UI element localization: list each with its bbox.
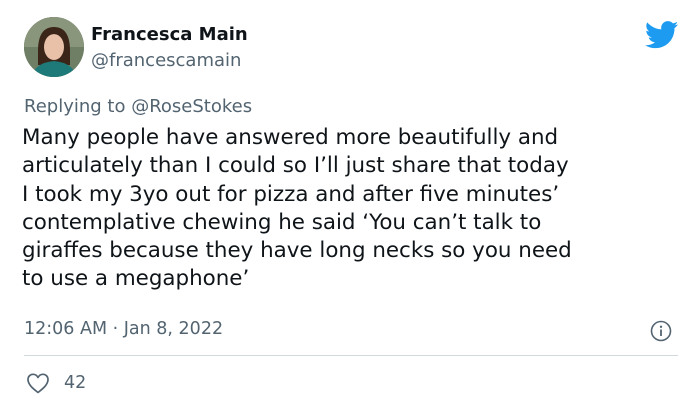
like-count: 42 bbox=[64, 373, 87, 393]
author-handle[interactable]: @francescamain bbox=[91, 49, 241, 73]
info-icon[interactable] bbox=[650, 320, 672, 342]
avatar[interactable] bbox=[24, 17, 84, 77]
tweet-timestamp[interactable]: 12:06 AM · Jan 8, 2022 bbox=[24, 317, 223, 341]
divider bbox=[24, 355, 678, 356]
twitter-bird-icon[interactable] bbox=[645, 21, 679, 49]
reply-context: Replying to @RoseStokes bbox=[24, 95, 252, 119]
tweet-text: Many people have answered more beautiful… bbox=[22, 124, 692, 294]
tweet-card: Francesca Main @francescamain Replying t… bbox=[0, 0, 700, 410]
heart-icon[interactable] bbox=[26, 372, 50, 394]
reply-mention-link[interactable]: @RoseStokes bbox=[131, 96, 252, 117]
avatar-image bbox=[24, 17, 84, 77]
tweet-text-line: articulately than I could so I’ll just s… bbox=[22, 153, 569, 179]
tweet-text-line: giraffes because they have long necks so… bbox=[22, 238, 572, 264]
tweet-text-line: to use a megaphone’ bbox=[22, 266, 250, 292]
tweet-text-line: I took my 3yo out for pizza and after fi… bbox=[22, 181, 560, 207]
tweet-text-line: Many people have answered more beautiful… bbox=[22, 125, 559, 150]
author-name[interactable]: Francesca Main bbox=[91, 23, 248, 47]
reply-prefix: Replying to bbox=[24, 96, 132, 117]
tweet-text-line: contemplative chewing he said ‘You can’t… bbox=[22, 209, 542, 235]
